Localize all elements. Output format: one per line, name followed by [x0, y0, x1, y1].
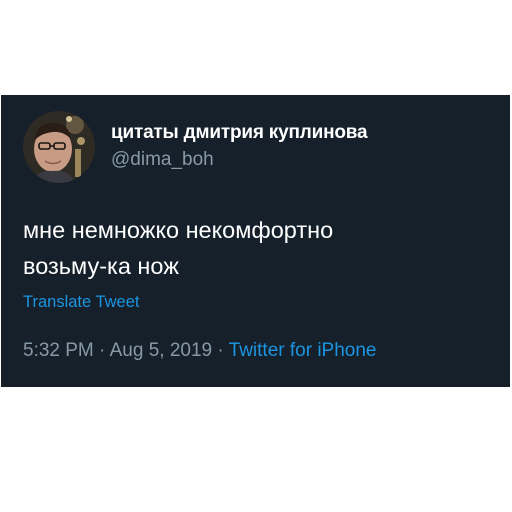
tweet-text: мне немножко некомфортно возьму-ка нож — [23, 212, 493, 284]
translate-tweet-link[interactable]: Translate Tweet — [23, 293, 139, 312]
tweet-meta: 5:32 PM · Aug 5, 2019 · Twitter for iPho… — [23, 340, 376, 362]
meta-separator: · — [99, 340, 106, 361]
tweet-text-line: возьму-ка нож — [23, 253, 179, 279]
avatar-photo-icon — [23, 111, 95, 183]
meta-separator: · — [217, 340, 224, 361]
tweet-text-line: мне немножко некомфортно — [23, 217, 334, 243]
author-display-name[interactable]: цитаты дмитрия куплинова — [111, 122, 368, 144]
tweet-card: цитаты дмитрия куплинова @dima_boh мне н… — [1, 95, 510, 387]
tweet-date[interactable]: Aug 5, 2019 — [110, 340, 212, 361]
tweet-time[interactable]: 5:32 PM — [23, 340, 94, 361]
author-handle[interactable]: @dima_boh — [111, 149, 214, 171]
tweet-source-link[interactable]: Twitter for iPhone — [229, 340, 377, 361]
avatar[interactable] — [23, 111, 95, 183]
